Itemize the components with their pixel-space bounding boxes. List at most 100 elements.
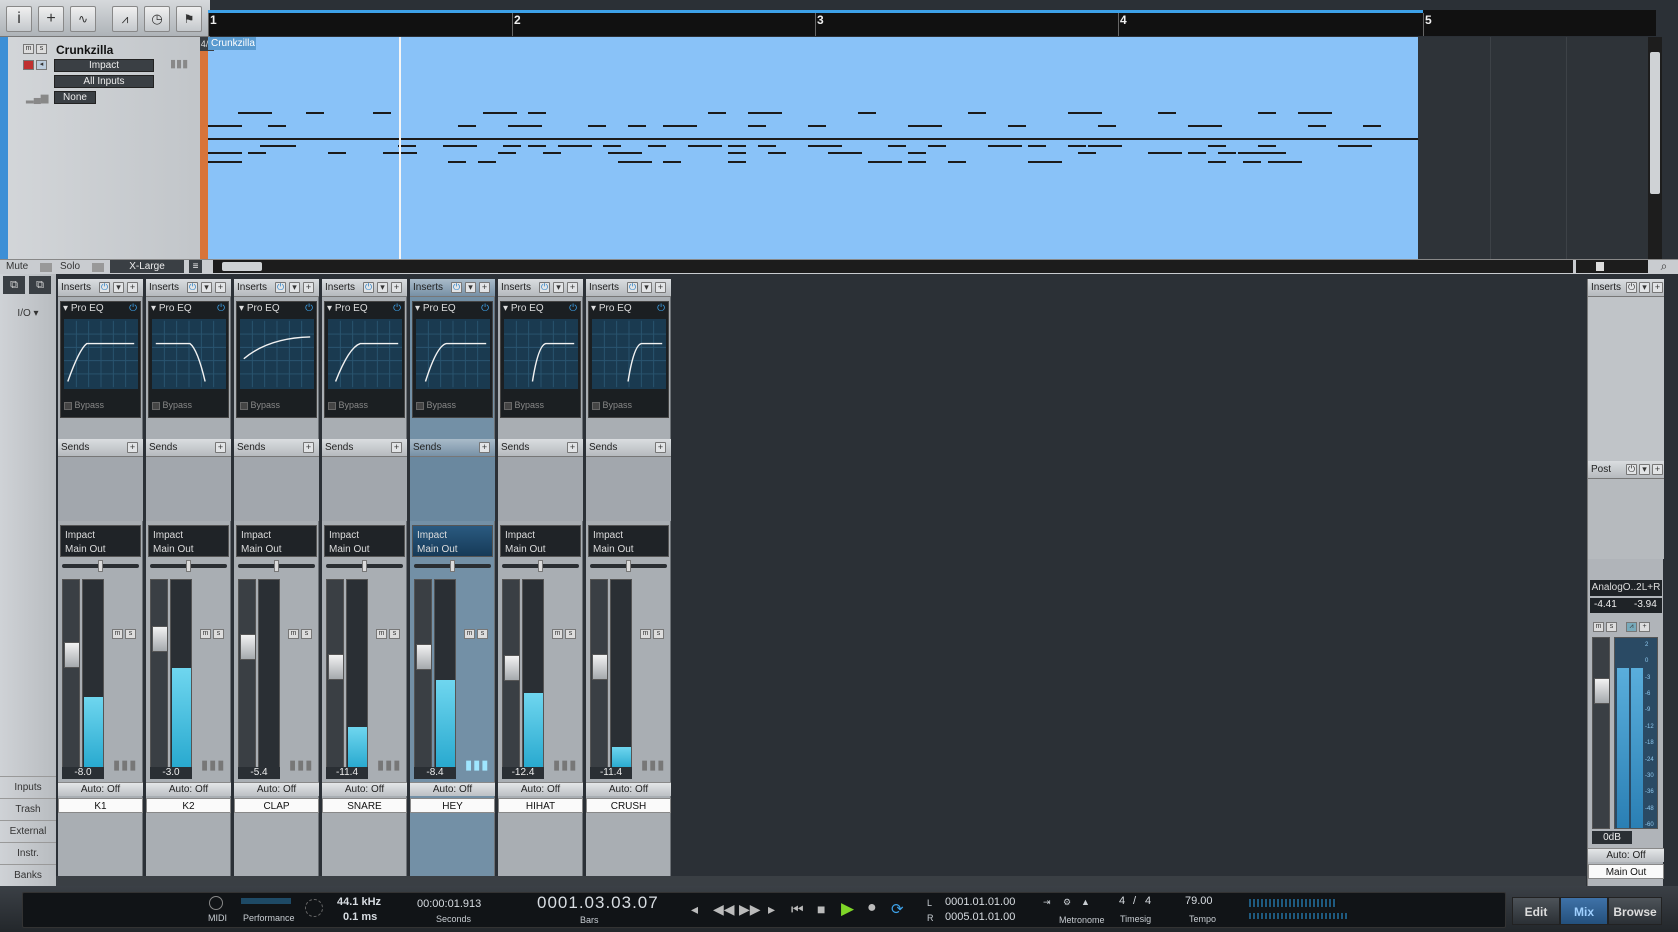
pan-slider[interactable] xyxy=(62,560,139,572)
dropdown-icon[interactable]: ▾ xyxy=(465,282,476,293)
zoom-icon[interactable]: ⌕ xyxy=(1652,259,1676,274)
volume-readout[interactable]: -3.0 xyxy=(150,767,192,779)
loop-start-icon[interactable]: L xyxy=(927,898,932,908)
volume-readout[interactable]: -8.0 xyxy=(62,767,104,779)
arrange-empty-area[interactable] xyxy=(1418,37,1648,259)
clock-icon[interactable]: ◷ xyxy=(144,6,170,32)
sends-area[interactable] xyxy=(322,457,407,521)
routing-input[interactable]: Impact xyxy=(329,529,400,543)
routing-output[interactable]: Main Out xyxy=(65,543,136,557)
master-automation[interactable]: Auto: Off xyxy=(1588,848,1664,862)
pan-knob[interactable] xyxy=(538,560,543,572)
add-post-icon[interactable]: + xyxy=(1652,464,1663,475)
power-icon[interactable]: ⏻ xyxy=(129,303,137,314)
solo-button[interactable]: s xyxy=(477,629,488,639)
sends-area[interactable] xyxy=(498,457,583,521)
browse-view-button[interactable]: Browse xyxy=(1608,897,1662,925)
zoom-slider[interactable] xyxy=(1576,260,1648,273)
power-icon[interactable]: ⏻ xyxy=(305,303,313,314)
volume-fader[interactable] xyxy=(414,579,432,769)
pan-knob[interactable] xyxy=(362,560,367,572)
automation-mode[interactable]: Auto: Off xyxy=(58,782,143,796)
power-icon[interactable]: ⏻ xyxy=(657,303,665,314)
power-icon[interactable]: ⏻ xyxy=(1626,464,1637,475)
vertical-scroll-thumb[interactable] xyxy=(1650,52,1660,194)
automation-mode[interactable]: Auto: Off xyxy=(586,782,671,796)
fader-cap[interactable] xyxy=(416,644,432,670)
mute-button[interactable]: m xyxy=(288,629,299,639)
pro-eq-insert[interactable]: ▾ Pro EQ ⏻ Bypass xyxy=(500,301,581,418)
loop-end-icon[interactable]: R xyxy=(927,913,934,923)
mute-button[interactable]: m xyxy=(552,629,563,639)
pan-slider[interactable] xyxy=(326,560,403,572)
horizontal-scrollbar[interactable] xyxy=(213,260,1573,273)
io-toggle[interactable]: I/O ▾ xyxy=(0,308,56,319)
power-icon[interactable]: ⏻ xyxy=(363,282,374,293)
routing-input[interactable]: Impact xyxy=(505,529,576,543)
routing-input[interactable]: Impact xyxy=(65,529,136,543)
master-volume[interactable]: 0dB xyxy=(1592,831,1632,844)
mute-button[interactable]: m xyxy=(112,629,123,639)
clip-label[interactable]: Crunkzilla xyxy=(208,37,256,50)
add-insert-icon[interactable]: + xyxy=(655,282,666,293)
volume-readout[interactable]: -5.4 xyxy=(238,767,280,779)
tempo-value[interactable]: 79.00 xyxy=(1185,895,1213,907)
add-track-icon[interactable]: + xyxy=(38,6,64,32)
pan-knob[interactable] xyxy=(450,560,455,572)
bypass-checkbox[interactable] xyxy=(64,401,72,410)
fader-cap[interactable] xyxy=(328,654,344,680)
channel-name[interactable]: HIHAT xyxy=(498,798,583,813)
add-insert-icon[interactable]: + xyxy=(1652,282,1663,293)
routing-output[interactable]: Main Out xyxy=(241,543,312,557)
horizontal-scroll-thumb[interactable] xyxy=(222,262,262,271)
time-bars[interactable]: 0001.03.03.07 xyxy=(537,893,659,913)
sends-area[interactable] xyxy=(410,457,495,521)
eq-curve[interactable] xyxy=(64,319,138,389)
metronome-icon[interactable]: ▲ xyxy=(1081,897,1090,907)
channel-routing[interactable]: Impact Main Out xyxy=(60,525,141,557)
bypass-checkbox[interactable] xyxy=(152,401,160,410)
fader-cap[interactable] xyxy=(240,634,256,660)
track-header[interactable]: m s Crunkzilla ◂ Impact All Inputs None … xyxy=(0,37,208,259)
pro-eq-insert[interactable]: ▾ Pro EQ ⏻ Bypass xyxy=(148,301,229,418)
pan-slider[interactable] xyxy=(238,560,315,572)
channel-routing[interactable]: Impact Main Out xyxy=(412,525,493,557)
mute-button[interactable]: m xyxy=(1593,622,1604,632)
pan-slider[interactable] xyxy=(414,560,491,572)
routing-output[interactable]: Main Out xyxy=(329,543,400,557)
loop-start[interactable]: 0001.01.01.00 xyxy=(945,896,1015,908)
dropdown-icon[interactable]: ▾ xyxy=(1639,282,1650,293)
eq-curve[interactable] xyxy=(328,319,402,389)
pro-eq-insert[interactable]: ▾ Pro EQ ⏻ Bypass xyxy=(60,301,141,418)
power-icon[interactable]: ⏻ xyxy=(481,303,489,314)
channel-name[interactable]: CLAP xyxy=(234,798,319,813)
power-icon[interactable]: ⏻ xyxy=(569,303,577,314)
power-icon[interactable]: ⏻ xyxy=(217,303,225,314)
automation-icon[interactable]: ⩘ xyxy=(112,6,138,32)
arrange-clip[interactable] xyxy=(208,37,1418,259)
volume-fader[interactable] xyxy=(326,579,344,769)
add-send-icon[interactable]: + xyxy=(567,442,578,453)
dropdown-icon[interactable]: ▾ xyxy=(201,282,212,293)
channel-routing[interactable]: Impact Main Out xyxy=(236,525,317,557)
pro-eq-insert[interactable]: ▾ Pro EQ ⏻ Bypass xyxy=(236,301,317,418)
volume-fader[interactable] xyxy=(62,579,80,769)
dropdown-icon[interactable]: ▾ xyxy=(113,282,124,293)
volume-fader[interactable] xyxy=(590,579,608,769)
mix-view-button[interactable]: Mix xyxy=(1560,897,1608,925)
eq-curve[interactable] xyxy=(504,319,578,389)
midi-notes[interactable] xyxy=(208,37,1418,259)
solo-button[interactable]: s xyxy=(1606,622,1617,632)
master-fader-track[interactable] xyxy=(1592,637,1610,829)
add-send-icon[interactable]: + xyxy=(479,442,490,453)
pan-knob[interactable] xyxy=(274,560,279,572)
add-insert-icon[interactable]: + xyxy=(215,282,226,293)
mute-button[interactable]: m xyxy=(640,629,651,639)
precount-icon[interactable]: ⇥ xyxy=(1043,897,1051,908)
eq-curve[interactable] xyxy=(240,319,314,389)
channel-name[interactable]: CRUSH xyxy=(586,798,671,813)
pan-slider[interactable] xyxy=(502,560,579,572)
list-menu-icon[interactable]: ≡ xyxy=(189,260,202,273)
eq-curve[interactable] xyxy=(152,319,226,389)
volume-fader[interactable] xyxy=(150,579,168,769)
